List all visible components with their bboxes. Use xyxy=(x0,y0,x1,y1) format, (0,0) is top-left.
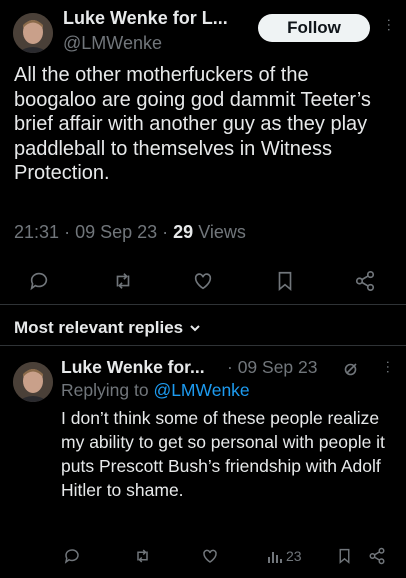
views-count: 29 xyxy=(173,222,194,242)
author-handle[interactable]: @LMWenke xyxy=(63,33,162,54)
views-label: Views xyxy=(198,222,246,242)
author-avatar[interactable] xyxy=(13,13,53,53)
tweet-actions xyxy=(0,268,406,298)
chevron-down-icon xyxy=(190,325,200,332)
reply-actions: 23 xyxy=(0,545,406,575)
reply-reply-icon[interactable] xyxy=(63,547,81,565)
replies-sort-label: Most relevant replies xyxy=(14,318,184,337)
reply-like-icon[interactable] xyxy=(201,547,219,565)
divider xyxy=(0,345,406,346)
share-icon[interactable] xyxy=(354,270,376,292)
follow-button[interactable]: Follow xyxy=(258,14,370,42)
tweet-meta: 21:31 · 09 Sep 23 · 29 Views xyxy=(14,222,246,243)
reply-views-count: 23 xyxy=(286,548,302,564)
reply-text: I don’t think some of these people reali… xyxy=(61,408,385,500)
reply-author-avatar[interactable] xyxy=(13,362,53,402)
meta-separator: · xyxy=(162,222,174,242)
analytics-icon xyxy=(268,552,282,563)
replies-sort-dropdown[interactable]: Most relevant replies xyxy=(14,318,201,338)
reply-views[interactable]: 23 xyxy=(267,548,302,564)
tweet-text: All the other motherfuckers of the booga… xyxy=(14,64,371,184)
meta-separator: · xyxy=(64,222,76,242)
grok-icon[interactable] xyxy=(343,361,359,382)
like-icon[interactable] xyxy=(192,270,214,292)
replying-handle-link[interactable]: @LMWenke xyxy=(153,380,249,400)
reply-bookmark-icon[interactable] xyxy=(336,547,353,565)
author-name[interactable]: Luke Wenke for L... xyxy=(63,8,228,29)
more-options-icon[interactable]: ··· xyxy=(382,18,398,32)
reply-icon[interactable] xyxy=(28,270,50,292)
reply-share-icon[interactable] xyxy=(368,547,386,565)
tweet-time: 21:31 xyxy=(14,222,60,242)
bookmark-icon[interactable] xyxy=(274,270,296,292)
replying-prefix: Replying to xyxy=(61,380,149,400)
divider xyxy=(0,304,406,305)
reply-date-text: 09 Sep 23 xyxy=(237,357,318,377)
reply-author-name[interactable]: Luke Wenke for... xyxy=(61,357,205,378)
reply-repost-icon[interactable] xyxy=(133,547,152,565)
repost-icon[interactable] xyxy=(111,270,135,292)
reply-date: · 09 Sep 23 xyxy=(227,357,318,378)
reply-more-options-icon[interactable]: ··· xyxy=(381,360,397,374)
replying-to: Replying to @LMWenke xyxy=(61,380,250,401)
tweet-date: 09 Sep 23 xyxy=(75,222,158,242)
meta-separator: · xyxy=(227,357,238,377)
